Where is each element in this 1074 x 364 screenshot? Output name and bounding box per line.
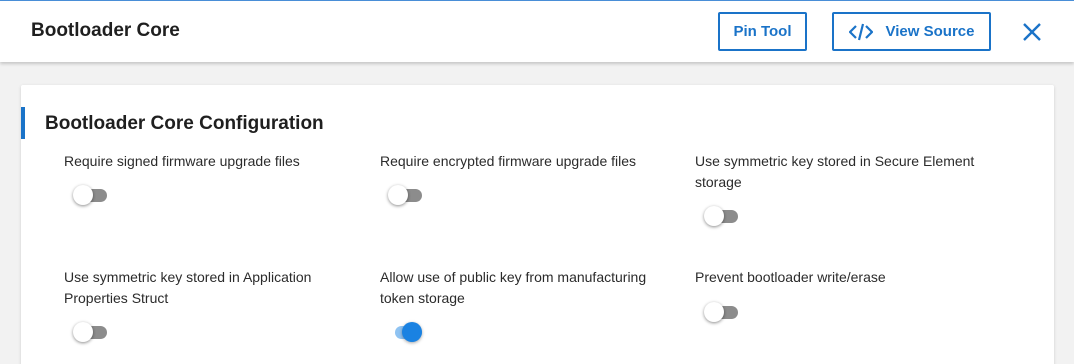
option-require-encrypted: Require encrypted firmware upgrade files (380, 151, 680, 172)
pin-tool-label: Pin Tool (733, 23, 792, 40)
option-label: Allow use of public key from manufacturi… (380, 269, 647, 306)
toggle-prevent-write-erase[interactable] (704, 301, 740, 323)
option-prevent-write-erase: Prevent bootloader write/erase (695, 267, 995, 288)
toggle-public-key-token[interactable] (388, 321, 424, 343)
option-label: Use symmetric key stored in Application … (64, 269, 312, 306)
option-require-signed: Require signed firmware upgrade files (64, 151, 364, 172)
toggle-thumb (73, 322, 93, 342)
toggle-secure-element-key[interactable] (704, 205, 740, 227)
option-secure-element-key: Use symmetric key stored in Secure Eleme… (695, 151, 995, 193)
close-button[interactable] (1021, 21, 1043, 43)
toggle-thumb (73, 185, 93, 205)
card-accent-bar (21, 107, 25, 139)
close-icon (1023, 23, 1041, 41)
page-header: Bootloader Core Pin Tool View Source (0, 1, 1074, 62)
option-label: Prevent bootloader write/erase (695, 269, 886, 285)
view-source-button[interactable]: View Source (832, 12, 991, 51)
pin-tool-button[interactable]: Pin Tool (718, 12, 807, 51)
page-title: Bootloader Core (31, 20, 180, 41)
toggle-require-signed[interactable] (73, 184, 109, 206)
option-label: Require encrypted firmware upgrade files (380, 153, 637, 169)
toggle-thumb (402, 322, 422, 342)
option-app-properties-key: Use symmetric key stored in Application … (64, 267, 364, 309)
code-icon (848, 23, 873, 40)
toggle-thumb (704, 206, 724, 226)
toggle-require-encrypted[interactable] (388, 184, 424, 206)
card-title: Bootloader Core Configuration (45, 113, 324, 134)
view-source-label: View Source (885, 23, 975, 40)
option-label: Use symmetric key stored in Secure Eleme… (695, 153, 975, 190)
toggle-thumb (704, 302, 724, 322)
toggle-thumb (388, 185, 408, 205)
toggle-app-properties-key[interactable] (73, 321, 109, 343)
config-card: Bootloader Core Configuration Require si… (21, 85, 1054, 364)
option-public-key-token: Allow use of public key from manufacturi… (380, 267, 680, 309)
option-label: Require signed firmware upgrade files (64, 153, 300, 169)
